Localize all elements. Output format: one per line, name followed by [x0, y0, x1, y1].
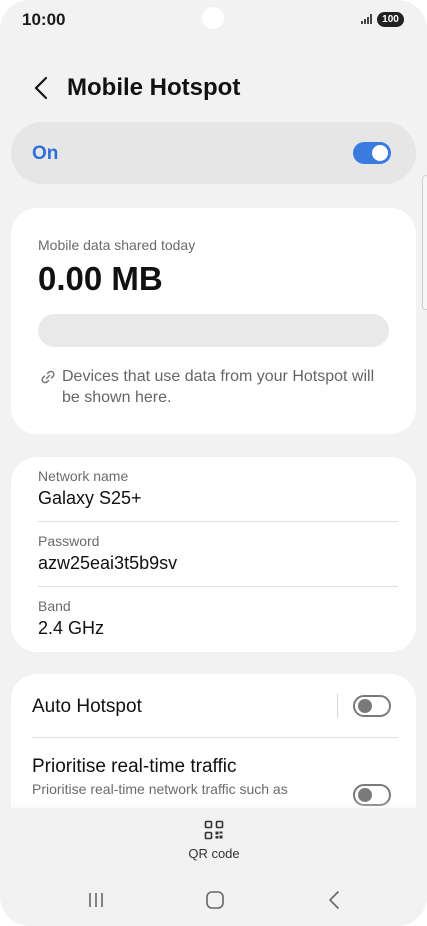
auto-hotspot-row[interactable]: Auto Hotspot: [11, 674, 416, 738]
prioritise-traffic-description: Prioritise real-time network traffic suc…: [32, 781, 288, 797]
field-value: 2.4 GHz: [38, 618, 105, 638]
network-name-field[interactable]: Network name Galaxy S25+: [38, 468, 398, 528]
home-icon: [206, 891, 224, 909]
status-time: 10:00: [22, 10, 66, 29]
app-header: Mobile Hotspot: [0, 66, 427, 110]
toggle-knob: [372, 145, 388, 161]
back-button[interactable]: [28, 74, 54, 102]
scroll-indicator: [422, 175, 427, 310]
status-bar: 10:00 100: [0, 0, 427, 40]
recents-button[interactable]: [76, 886, 116, 914]
field-label: Password: [38, 533, 100, 549]
field-value: Galaxy S25+: [38, 488, 142, 508]
field-label: Band: [38, 598, 71, 614]
auto-hotspot-label: Auto Hotspot: [32, 696, 142, 717]
page-title: Mobile Hotspot: [67, 74, 241, 101]
field-label: Network name: [38, 468, 129, 484]
back-arrow-icon: [329, 891, 339, 909]
prioritise-traffic-label: Prioritise real-time traffic: [32, 756, 237, 777]
chevron-left-icon: [34, 76, 48, 100]
field-value: azw25eai3t5b9sv: [38, 553, 178, 573]
usage-label: Mobile data shared today: [38, 237, 196, 253]
qr-code-button[interactable]: QR code: [180, 818, 248, 864]
usage-progress-bar: [38, 314, 389, 347]
usage-value: 0.00 MB: [38, 260, 163, 297]
system-nav-bar: [0, 880, 427, 920]
master-toggle[interactable]: [353, 142, 391, 164]
divider: [38, 586, 398, 587]
camera-cutout: [202, 7, 224, 29]
master-switch-label: On: [32, 143, 59, 164]
battery-icon: 100: [377, 12, 404, 27]
toggle-knob: [358, 699, 372, 713]
master-switch-row[interactable]: On: [11, 122, 416, 184]
home-button[interactable]: [195, 886, 235, 914]
network-card: Network name Galaxy S25+ Password azw25e…: [11, 457, 416, 652]
usage-card: Mobile data shared today 0.00 MB Devices…: [11, 208, 416, 434]
qr-code-label: QR code: [188, 846, 240, 861]
phone-screen: 10:00 100 Mobile Hotspot On Mobile data …: [0, 0, 427, 926]
signal-icon: [361, 14, 373, 27]
devices-note: Devices that use data from your Hotspot …: [62, 368, 375, 406]
auto-hotspot-toggle[interactable]: [353, 695, 391, 717]
recents-icon: [89, 893, 103, 907]
divider: [337, 694, 338, 718]
link-icon: [39, 368, 57, 386]
divider: [38, 521, 398, 522]
band-field[interactable]: Band 2.4 GHz: [38, 598, 398, 658]
nav-back-button[interactable]: [314, 886, 354, 914]
qr-code-icon: [204, 820, 224, 840]
password-field[interactable]: Password azw25eai3t5b9sv: [38, 533, 398, 593]
